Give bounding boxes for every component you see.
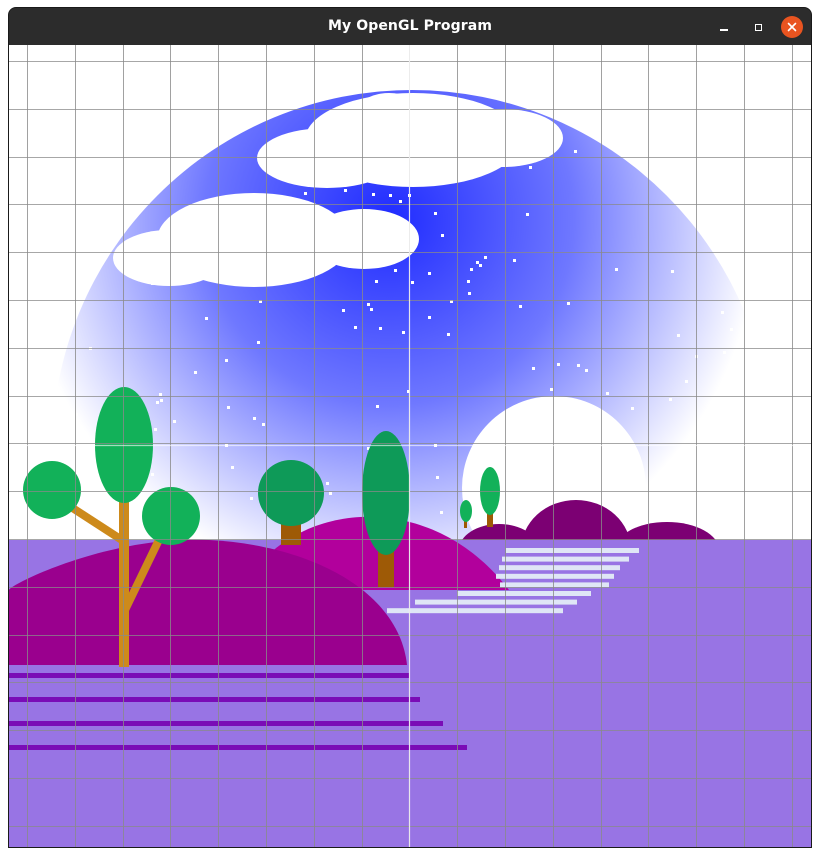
application-window: My OpenGL Program bbox=[9, 8, 811, 847]
path-stripe bbox=[457, 591, 591, 596]
star bbox=[577, 364, 580, 367]
star bbox=[653, 502, 656, 505]
star bbox=[567, 302, 570, 305]
star bbox=[529, 166, 532, 169]
star bbox=[428, 316, 431, 319]
window-title: My OpenGL Program bbox=[327, 18, 493, 34]
star bbox=[721, 311, 724, 314]
close-button[interactable] bbox=[781, 16, 803, 38]
star bbox=[441, 234, 444, 237]
star bbox=[402, 331, 405, 334]
path-stripe bbox=[496, 573, 614, 579]
star bbox=[342, 309, 345, 312]
star bbox=[376, 405, 379, 408]
path-stripe bbox=[502, 556, 629, 562]
star bbox=[440, 511, 443, 514]
star bbox=[375, 280, 378, 283]
ground-stripe bbox=[9, 673, 409, 678]
star bbox=[354, 326, 357, 329]
maximize-button[interactable] bbox=[747, 16, 769, 38]
scene-drawing bbox=[9, 45, 811, 847]
path-stripe bbox=[387, 608, 563, 614]
star bbox=[434, 212, 437, 215]
star bbox=[130, 511, 133, 514]
star bbox=[685, 380, 688, 383]
star bbox=[631, 407, 634, 410]
star bbox=[151, 473, 154, 476]
star bbox=[671, 270, 674, 273]
star bbox=[519, 305, 522, 308]
star bbox=[329, 492, 332, 495]
star bbox=[428, 272, 431, 275]
star bbox=[677, 334, 680, 337]
close-icon bbox=[787, 22, 797, 32]
star bbox=[447, 333, 450, 336]
maximize-icon bbox=[754, 23, 762, 31]
star bbox=[467, 280, 470, 283]
star bbox=[470, 268, 473, 271]
star bbox=[154, 428, 157, 431]
star bbox=[257, 341, 260, 344]
star bbox=[468, 292, 471, 295]
ground-stripe bbox=[9, 721, 443, 726]
path-stripe bbox=[506, 548, 639, 553]
star bbox=[156, 401, 159, 404]
star bbox=[262, 423, 265, 426]
star bbox=[253, 417, 256, 420]
star bbox=[205, 317, 208, 320]
star bbox=[227, 406, 230, 409]
title-bar[interactable]: My OpenGL Program bbox=[9, 8, 811, 45]
star bbox=[231, 466, 234, 469]
star bbox=[730, 328, 733, 331]
star bbox=[479, 264, 482, 267]
star bbox=[225, 359, 228, 362]
star bbox=[370, 308, 373, 311]
star bbox=[389, 194, 392, 197]
minimize-button[interactable] bbox=[713, 16, 735, 38]
ground-stripe bbox=[9, 745, 467, 750]
star bbox=[672, 493, 675, 496]
star bbox=[585, 369, 588, 372]
star bbox=[550, 388, 553, 391]
ground-stripe bbox=[9, 697, 420, 702]
star bbox=[367, 303, 370, 306]
star bbox=[411, 281, 414, 284]
star bbox=[708, 502, 711, 505]
path-stripe bbox=[415, 599, 577, 605]
star bbox=[194, 371, 197, 374]
star bbox=[159, 393, 162, 396]
star bbox=[606, 392, 609, 395]
star bbox=[250, 497, 253, 500]
minimize-icon bbox=[720, 29, 728, 31]
star bbox=[484, 256, 487, 259]
star bbox=[160, 399, 163, 402]
star bbox=[399, 200, 402, 203]
star bbox=[615, 268, 618, 271]
star bbox=[372, 193, 375, 196]
star bbox=[669, 398, 672, 401]
star bbox=[379, 327, 382, 330]
star bbox=[532, 367, 535, 370]
star bbox=[173, 420, 176, 423]
star bbox=[723, 351, 726, 354]
path-stripe bbox=[500, 582, 609, 588]
star bbox=[344, 189, 347, 192]
star bbox=[513, 259, 516, 262]
opengl-canvas[interactable] bbox=[9, 45, 811, 847]
star bbox=[394, 269, 397, 272]
star bbox=[476, 261, 479, 264]
star bbox=[574, 150, 577, 153]
star bbox=[304, 192, 307, 195]
star bbox=[557, 363, 560, 366]
star bbox=[436, 476, 439, 479]
star bbox=[699, 456, 702, 459]
star bbox=[326, 482, 329, 485]
star bbox=[526, 213, 529, 216]
